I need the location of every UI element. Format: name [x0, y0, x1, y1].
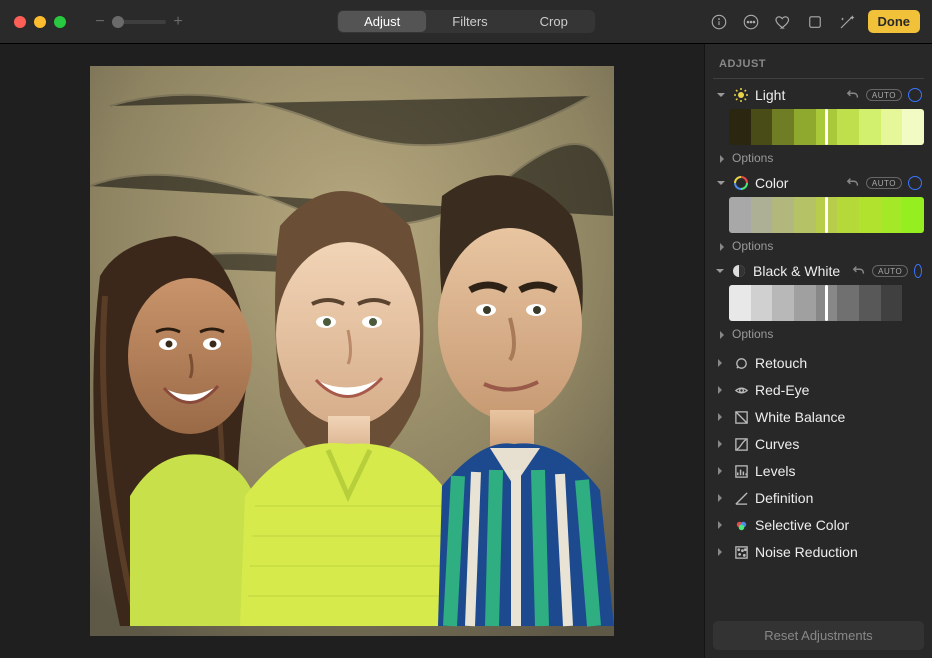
row-levels-label: Levels — [755, 463, 795, 479]
undo-icon[interactable] — [846, 88, 860, 102]
row-noise-label: Noise Reduction — [755, 544, 858, 560]
bw-icon — [731, 263, 747, 279]
panel-color-label: Color — [755, 175, 788, 191]
curves-icon — [733, 436, 749, 452]
color-slider[interactable] — [729, 197, 924, 233]
noise-icon — [733, 544, 749, 560]
light-icon — [733, 87, 749, 103]
row-curves[interactable]: Curves — [713, 430, 924, 457]
titlebar: − + Adjust Filters Crop Done — [0, 0, 932, 44]
panel-light: Light AUTO Options — [713, 85, 924, 169]
auto-button-color[interactable]: AUTO — [866, 177, 902, 189]
photo-canvas — [0, 44, 704, 658]
row-levels[interactable]: Levels — [713, 457, 924, 484]
workspace: ADJUST Light AUTO Options — [0, 44, 932, 658]
chevron-down-icon — [715, 265, 725, 277]
panel-light-header[interactable]: Light AUTO — [713, 85, 924, 105]
chevron-right-icon — [715, 520, 727, 530]
color-options-toggle[interactable]: Options — [713, 237, 924, 257]
bw-options-toggle[interactable]: Options — [713, 325, 924, 345]
light-slider-thumb[interactable] — [825, 109, 828, 145]
options-label: Options — [732, 151, 773, 165]
photo-preview[interactable] — [90, 66, 614, 636]
zoom-control: − + — [90, 12, 188, 32]
tab-adjust[interactable]: Adjust — [338, 11, 426, 32]
zoom-in-button[interactable]: + — [168, 12, 188, 32]
chevron-right-icon — [715, 493, 727, 503]
levels-icon — [733, 463, 749, 479]
panel-bw-label: Black & White — [753, 263, 840, 279]
row-retouch-label: Retouch — [755, 355, 807, 371]
bw-slider-thumb[interactable] — [825, 285, 828, 321]
row-whitebalance[interactable]: White Balance — [713, 403, 924, 430]
tab-filters[interactable]: Filters — [426, 11, 513, 32]
window-controls — [0, 16, 66, 28]
panel-bw: Black & White AUTO Options — [713, 261, 924, 345]
row-curves-label: Curves — [755, 436, 799, 452]
zoom-slider-thumb[interactable] — [112, 16, 124, 28]
zoom-slider[interactable] — [112, 20, 166, 24]
whitebalance-icon — [733, 409, 749, 425]
panel-light-label: Light — [755, 87, 785, 103]
options-label: Options — [732, 327, 773, 341]
row-definition-label: Definition — [755, 490, 813, 506]
zoom-out-button[interactable]: − — [90, 12, 110, 32]
chevron-right-icon — [715, 439, 727, 449]
toolbar-right: Done — [708, 10, 932, 33]
row-definition[interactable]: Definition — [713, 484, 924, 511]
panel-color-header[interactable]: Color AUTO — [713, 173, 924, 193]
chevron-right-icon — [715, 412, 727, 422]
edit-mode-tabs: Adjust Filters Crop — [337, 10, 595, 33]
row-retouch[interactable]: Retouch — [713, 349, 924, 376]
chevron-down-icon — [715, 177, 727, 189]
more-icon[interactable] — [740, 11, 762, 33]
chevron-right-icon — [715, 358, 727, 368]
chevron-right-icon — [715, 547, 727, 557]
enhance-icon[interactable] — [836, 11, 858, 33]
chevron-right-icon — [717, 153, 727, 163]
color-icon — [733, 175, 749, 191]
chevron-right-icon — [717, 241, 727, 251]
row-noise[interactable]: Noise Reduction — [713, 538, 924, 565]
tab-crop[interactable]: Crop — [514, 11, 594, 32]
row-redeye-label: Red-Eye — [755, 382, 809, 398]
info-icon[interactable] — [708, 11, 730, 33]
undo-icon[interactable] — [852, 264, 866, 278]
color-slider-thumb[interactable] — [825, 197, 828, 233]
auto-button-bw[interactable]: AUTO — [872, 265, 908, 277]
minimize-window-button[interactable] — [34, 16, 46, 28]
chevron-right-icon — [715, 466, 727, 476]
chevron-right-icon — [717, 329, 727, 339]
selective-color-icon — [733, 517, 749, 533]
row-redeye[interactable]: Red-Eye — [713, 376, 924, 403]
chevron-down-icon — [715, 89, 727, 101]
adjust-sidebar: ADJUST Light AUTO Options — [704, 44, 932, 658]
panel-color: Color AUTO Options — [713, 173, 924, 257]
bw-slider[interactable] — [729, 285, 924, 321]
panel-bw-header[interactable]: Black & White AUTO — [713, 261, 924, 281]
reset-adjustments-button[interactable]: Reset Adjustments — [713, 621, 924, 650]
enable-ring-color[interactable] — [908, 176, 922, 190]
light-options-toggle[interactable]: Options — [713, 149, 924, 169]
undo-icon[interactable] — [846, 176, 860, 190]
enable-ring-bw[interactable] — [914, 264, 922, 278]
light-slider[interactable] — [729, 109, 924, 145]
options-label: Options — [732, 239, 773, 253]
auto-button-light[interactable]: AUTO — [866, 89, 902, 101]
favorite-icon[interactable] — [772, 11, 794, 33]
close-window-button[interactable] — [14, 16, 26, 28]
sidebar-title: ADJUST — [713, 54, 924, 79]
retouch-icon — [733, 355, 749, 371]
redeye-icon — [733, 382, 749, 398]
chevron-right-icon — [715, 385, 727, 395]
row-selective[interactable]: Selective Color — [713, 511, 924, 538]
done-button[interactable]: Done — [868, 10, 921, 33]
enable-ring-light[interactable] — [908, 88, 922, 102]
zoom-window-button[interactable] — [54, 16, 66, 28]
row-selective-label: Selective Color — [755, 517, 849, 533]
aspect-icon[interactable] — [804, 11, 826, 33]
definition-icon — [733, 490, 749, 506]
row-whitebalance-label: White Balance — [755, 409, 845, 425]
